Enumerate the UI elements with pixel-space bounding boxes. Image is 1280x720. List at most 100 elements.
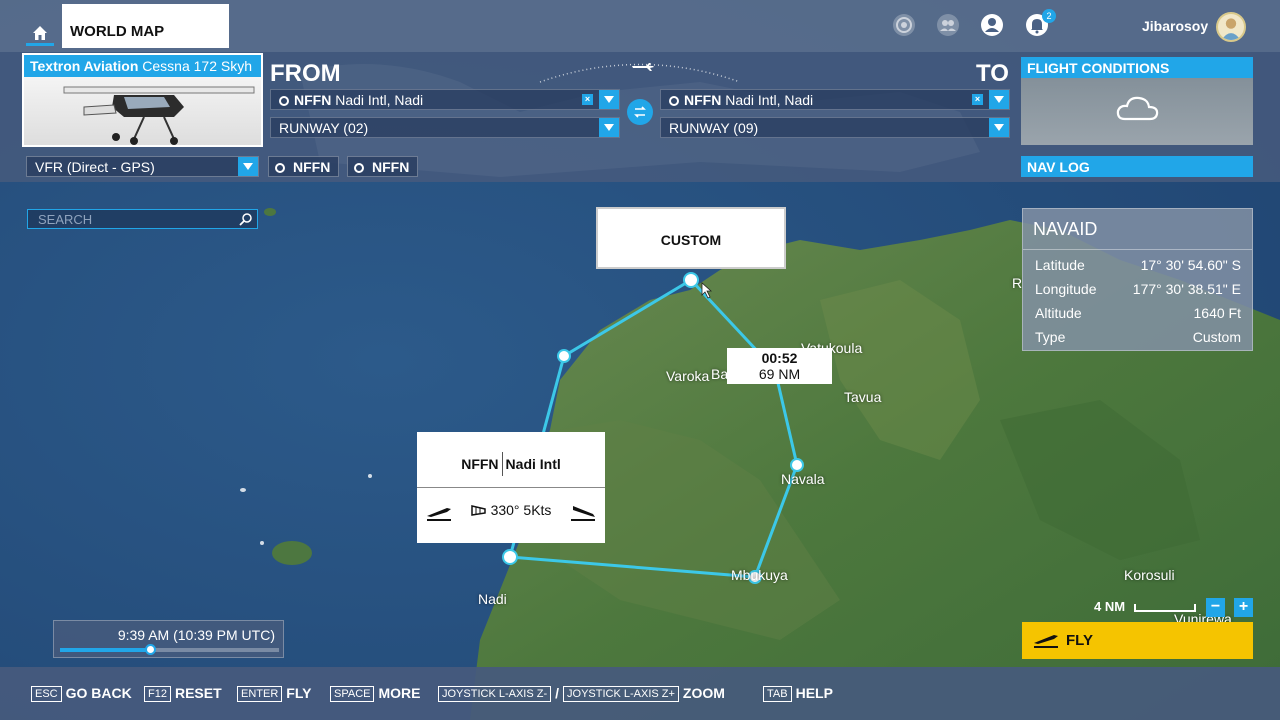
flight-plan-type: VFR (Direct - GPS) [35, 159, 155, 175]
arrival-runway-select[interactable]: RUNWAY (09) [660, 117, 1010, 138]
nav-log-button[interactable]: NAV LOG [1021, 156, 1253, 177]
arrival-waypoint-button[interactable]: NFFN [347, 156, 418, 177]
flight-conditions-title: FLIGHT CONDITIONS [1021, 57, 1253, 78]
cloud-icon [1116, 96, 1159, 121]
navaid-row-value: Custom [1192, 329, 1241, 345]
top-bar: WORLD MAP 2 Jibarosoy [0, 0, 1280, 52]
chevron-down-icon[interactable] [238, 157, 258, 176]
map-scale-bar [1134, 604, 1196, 612]
leg-time: 00:52 [761, 350, 798, 366]
navaid-row-label: Type [1035, 329, 1066, 345]
departure-runway: RUNWAY (02) [279, 120, 369, 136]
departure-waypoint-label: NFFN [293, 159, 331, 175]
hotkey-go-back[interactable]: ESC GO BACK [31, 685, 132, 702]
hotkey-action: HELP [795, 685, 833, 701]
wind-value: 330° 5Kts [490, 502, 552, 518]
location-pin-icon [669, 96, 679, 106]
chevron-down-icon[interactable] [989, 90, 1009, 109]
chevron-down-icon[interactable] [989, 118, 1009, 137]
departure-waypoint-button[interactable]: NFFN [268, 156, 339, 177]
place-label-ba: Ba [711, 366, 729, 382]
hotkey-help[interactable]: TAB HELP [763, 685, 833, 702]
notifications-button[interactable]: 2 [1024, 9, 1056, 38]
time-slider-handle[interactable] [144, 644, 156, 655]
clear-departure-button[interactable]: × [582, 94, 593, 105]
notification-count-badge: 2 [1042, 9, 1056, 23]
place-label-varoka: Varoka [666, 368, 710, 384]
hotkey-key: JOYSTICK L-AXIS Z- [438, 686, 552, 702]
custom-waypoint-label[interactable]: CUSTOM [596, 207, 786, 269]
arrival-name: Nadi Intl, Nadi [725, 92, 814, 108]
departure-airport-select[interactable]: NFFN Nadi Intl, Nadi × [270, 89, 620, 110]
activity-button[interactable] [891, 12, 917, 38]
time-slider-fill [60, 648, 150, 652]
leg-distance: 69 NM [758, 366, 801, 382]
flight-plan-type-select[interactable]: VFR (Direct - GPS) [26, 156, 259, 177]
hotkey-key: SPACE [330, 686, 375, 702]
navaid-row: Type Custom [1035, 325, 1241, 349]
arrival-airport-select[interactable]: NFFN Nadi Intl, Nadi × [660, 89, 1010, 110]
place-label-navala: Navala [781, 471, 825, 487]
hotkey-key: ENTER [237, 686, 283, 702]
aircraft-name: Textron Aviation Cessna 172 Skyh [24, 55, 261, 77]
hotkey-key: ESC [31, 686, 62, 702]
fly-button[interactable]: FLY [1022, 622, 1253, 659]
navaid-row-label: Longitude [1035, 281, 1097, 297]
hotkey-action: FLY [286, 685, 312, 701]
from-label: FROM [270, 60, 341, 87]
map-scale-label: 4 NM [1094, 599, 1126, 614]
departure-runway-select[interactable]: RUNWAY (02) [270, 117, 620, 138]
landing-icon [571, 506, 595, 521]
departure-code: NFFN [294, 92, 332, 108]
search-box[interactable] [27, 209, 258, 229]
chevron-down-icon[interactable] [599, 118, 619, 137]
departure-name: Nadi Intl, Nadi [335, 92, 424, 108]
chevron-down-icon[interactable] [599, 90, 619, 109]
airport-popup[interactable]: NFFN Nadi Intl 330° 5Kts [417, 432, 605, 543]
hotkey-action: ZOOM [682, 685, 725, 701]
search-icon[interactable] [239, 212, 253, 226]
zoom-in-button[interactable]: + [1234, 598, 1253, 617]
airport-popup-name: Nadi Intl [505, 456, 561, 472]
airport-popup-header: NFFN Nadi Intl [417, 432, 605, 488]
profile-icon [981, 14, 1003, 36]
navaid-table: Latitude 17° 30' 54.60" S Longitude 177° 3… [1035, 253, 1241, 349]
hotkey-key: TAB [763, 686, 792, 702]
arrival-code: NFFN [684, 92, 722, 108]
hotkey-zoom[interactable]: JOYSTICK L-AXIS Z- / JOYSTICK L-AXIS Z+ ZOO… [438, 685, 725, 702]
flight-conditions-button[interactable]: FLIGHT CONDITIONS [1021, 57, 1253, 145]
activity-icon [893, 14, 915, 36]
fly-label: FLY [1066, 632, 1093, 649]
friends-button[interactable] [935, 12, 961, 38]
aircraft-model: Cessna 172 Skyh [142, 58, 253, 74]
swap-airports-button[interactable] [627, 99, 653, 125]
zoom-out-button[interactable]: − [1206, 598, 1225, 617]
profile-button[interactable] [979, 12, 1005, 38]
hotkey-action: GO BACK [65, 685, 132, 701]
aircraft-selector[interactable]: Textron Aviation Cessna 172 Skyh [22, 53, 263, 147]
location-pin-icon [354, 163, 364, 173]
avatar[interactable] [1216, 12, 1246, 42]
hotkey-action: MORE [378, 685, 421, 701]
time-of-day-control[interactable]: 9:39 AM (10:39 PM UTC) [53, 620, 284, 658]
place-label-mbukuya: Mbukuya [731, 567, 788, 583]
time-display: 9:39 AM (10:39 PM UTC) [117, 627, 275, 643]
airport-popup-code: NFFN [461, 456, 499, 472]
navaid-row: Altitude 1640 Ft [1035, 301, 1241, 325]
location-pin-icon [279, 96, 289, 106]
time-slider[interactable] [60, 644, 279, 655]
home-button[interactable] [26, 22, 54, 46]
navaid-row: Longitude 177° 30' 38.51" E [1035, 277, 1241, 301]
search-input[interactable] [28, 210, 228, 228]
navaid-row-value: 177° 30' 38.51" E [1132, 281, 1241, 297]
friends-icon [937, 14, 959, 36]
hotkey-action: RESET [174, 685, 222, 701]
hotkey-reset[interactable]: F12 RESET [144, 685, 222, 702]
navaid-row-value: 17° 30' 54.60" S [1140, 257, 1241, 273]
hotkey-key: JOYSTICK L-AXIS Z+ [563, 686, 679, 702]
hotkey-more[interactable]: SPACE MORE [330, 685, 420, 702]
username[interactable]: Jibarosoy [1142, 18, 1208, 34]
hotkey-fly[interactable]: ENTER FLY [237, 685, 311, 702]
to-label: TO [976, 60, 1009, 87]
clear-arrival-button[interactable]: × [972, 94, 983, 105]
